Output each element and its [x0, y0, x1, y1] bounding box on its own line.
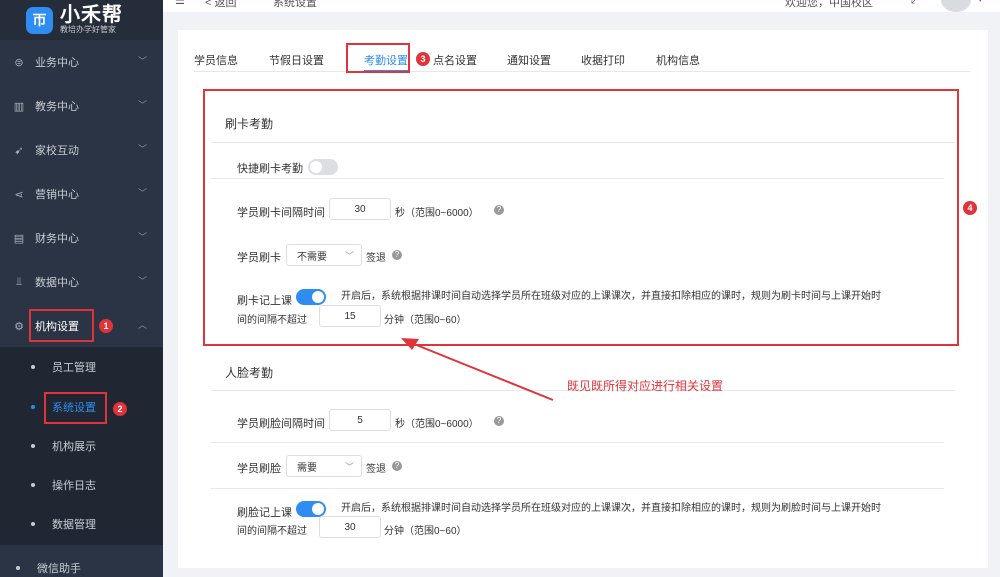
menu-toggle-icon[interactable]: ☰ [175, 0, 185, 7]
annotation-arrow [401, 338, 554, 401]
chevron-up-icon: ︿ [137, 320, 147, 330]
annotation-box-attendance-tab [346, 43, 410, 73]
face-auto-class-minutes-unit: 分钟（范围0~60） [384, 526, 467, 537]
settings-tabs: 学员信息 节假日设置 考勤设置 点名设置 通知设置 收据打印 机构信息 [194, 43, 970, 72]
sidebar-subitem-label: 数据管理 [52, 518, 96, 531]
annotation-box-system-settings [44, 392, 107, 424]
briefcase-icon: ⊜ [14, 56, 24, 69]
chevron-down-icon[interactable]: ▾ [978, 0, 983, 5]
brand-logo-icon: 帀 [26, 6, 53, 34]
wallet-icon: ▤ [13, 232, 25, 245]
chevron-down-icon: ﹀ [137, 188, 147, 198]
sidebar-item-finance[interactable]: ▤ 财务中心 ﹀ [0, 216, 163, 260]
divider [211, 488, 944, 489]
face-interval-input[interactable]: 5 [329, 409, 391, 431]
bullet-icon [31, 482, 35, 487]
sidebar-item-label: 教务中心 [35, 101, 79, 113]
annotation-box-card-attendance [203, 89, 959, 346]
sidebar-item-data[interactable]: ⫫ 数据中心 ﹀ [0, 260, 163, 304]
bullet-icon [16, 565, 20, 570]
brand-text: 小禾帮 教培办学好管家 [60, 5, 123, 35]
divider [211, 442, 944, 443]
face-auto-class-switch[interactable] [296, 501, 326, 517]
bullet-icon [31, 443, 35, 448]
help-icon[interactable]: ? [494, 416, 504, 426]
send-icon: ➹ [14, 144, 24, 157]
chevron-down-icon: ﹀ [137, 144, 147, 154]
sidebar-subitem-data-management[interactable]: 数据管理 [0, 504, 163, 543]
chart-icon: ⫫ [15, 275, 23, 288]
annotation-badge-3: 3 [416, 52, 430, 66]
chevron-down-icon: ﹀ [137, 56, 147, 66]
sidebar-item-label: 营销中心 [35, 189, 79, 201]
tab-holiday-settings[interactable]: 节假日设置 [269, 52, 324, 68]
sidebar-item-teaching[interactable]: ▥ 教务中心 ﹀ [0, 84, 163, 128]
face-auto-class-label: 刷脸记上课 [237, 507, 292, 519]
face-auto-class-description: 开启后，系统根据排课时间自动选择学员所在班级对应的上课课次，并直接扣除相应的课时… [341, 503, 881, 514]
annotation-badge-2: 2 [113, 402, 127, 416]
account-text: 欢迎您，中国校区 [785, 0, 873, 9]
face-auto-class-minutes-input[interactable]: 30 [319, 516, 381, 538]
bullet-icon [31, 404, 35, 409]
annotation-note: 既见既所得对应进行相关设置 [567, 379, 724, 393]
chevron-down-icon: ﹀ [344, 462, 354, 472]
gear-icon: ⚙ [14, 320, 24, 333]
face-signout-suffix: 签退 [366, 464, 386, 475]
annotation-badge-1: 1 [99, 319, 113, 333]
sidebar-item-wechat-assistant[interactable]: 微信助手 [0, 548, 163, 577]
org-settings-submenu: 员工管理 系统设置 机构展示 操作日志 数据管理 [0, 347, 163, 545]
tab-receipt-print[interactable]: 收据打印 [581, 52, 625, 68]
face-interval-unit: 秒（范围0~6000） [395, 419, 479, 430]
sidebar-subitem-label: 操作日志 [52, 479, 96, 492]
sidebar-subitem-label: 机构展示 [52, 440, 96, 453]
face-interval-label: 学员刷脸间隔时间 [237, 418, 325, 430]
chevron-down-icon: ﹀ [137, 232, 147, 242]
tab-student-info[interactable]: 学员信息 [194, 52, 238, 68]
sidebar-item-business[interactable]: ⊜ 业务中心 ﹀ [0, 40, 163, 84]
sidebar-subitem-staff[interactable]: 员工管理 [0, 347, 163, 386]
sidebar-item-label: 业务中心 [35, 57, 79, 69]
topbar: ☰ < 返回 系统设置 欢迎您，中国校区 ⤢ ▾ [163, 0, 1000, 12]
fullscreen-icon[interactable]: ⤢ [911, 0, 920, 7]
breadcrumb: 系统设置 [273, 0, 317, 9]
annotation-badge-4: 4 [963, 201, 977, 215]
face-auto-class-description-cont: 间的间隔不超过 [237, 526, 307, 537]
face-signout-select[interactable]: 需要 ﹀ [286, 455, 362, 477]
chevron-down-icon: ﹀ [137, 276, 147, 286]
sidebar-item-label: 微信助手 [37, 562, 81, 575]
sidebar: 帀 小禾帮 教培办学好管家 ⊜ 业务中心 ﹀ ▥ 教务中心 ﹀ ➹ 家校互动 ﹀… [0, 0, 163, 577]
section-title-face-attendance: 人脸考勤 [225, 366, 274, 380]
sidebar-subitem-operation-log[interactable]: 操作日志 [0, 465, 163, 504]
sidebar-subitem-label: 员工管理 [52, 361, 96, 374]
brand-name: 小禾帮 [60, 4, 123, 26]
face-signout-label: 学员刷脸 [237, 463, 281, 475]
sidebar-item-label: 数据中心 [35, 277, 79, 289]
brand: 帀 小禾帮 教培办学好管家 [0, 0, 163, 40]
face-signout-select-value: 需要 [297, 462, 317, 474]
bullet-icon [31, 364, 35, 369]
back-link[interactable]: < 返回 [205, 0, 236, 10]
sidebar-item-home-school[interactable]: ➹ 家校互动 ﹀ [0, 128, 163, 172]
brand-tagline: 教培办学好管家 [60, 25, 116, 34]
share-icon: ⋖ [14, 188, 24, 201]
sidebar-item-label: 家校互动 [35, 145, 79, 157]
chevron-down-icon: ﹀ [137, 100, 147, 110]
help-icon[interactable]: ? [392, 461, 402, 471]
sidebar-item-marketing[interactable]: ⋖ 营销中心 ﹀ [0, 172, 163, 216]
bullet-icon [31, 521, 35, 526]
annotation-box-org-settings [29, 309, 94, 342]
tab-org-info[interactable]: 机构信息 [656, 52, 700, 68]
sidebar-item-label: 财务中心 [35, 233, 79, 245]
book-icon: ▥ [13, 100, 25, 113]
sidebar-subitem-org-display[interactable]: 机构展示 [0, 426, 163, 465]
tab-rollcall-settings[interactable]: 点名设置 [433, 52, 477, 68]
tab-notification-settings[interactable]: 通知设置 [507, 52, 551, 68]
